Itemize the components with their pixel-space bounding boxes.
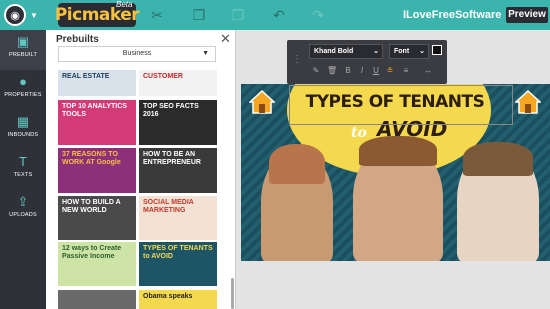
thumbnail-text: 37 REASONS TO WORK AT Google bbox=[62, 151, 121, 166]
person-hair bbox=[269, 144, 325, 184]
thumbnail-text: 12 ways to Create Passive Income bbox=[62, 245, 122, 260]
spacing-icon[interactable]: ↔ bbox=[423, 66, 433, 75]
nav-label: PROPERTIES bbox=[4, 92, 42, 98]
edit-icon[interactable]: ✎ bbox=[311, 66, 321, 75]
color-swatch[interactable] bbox=[432, 45, 442, 55]
person-hair bbox=[463, 142, 533, 176]
text-toolbar: ⋮ Khand Bold ⌄ Font ⌄ ✎ 🗑 B I U ≗ ≡ ↔ bbox=[287, 40, 447, 84]
app-logo-icon: ◉ bbox=[4, 4, 26, 26]
prebuilt-thumbnail[interactable]: 37 REASONS TO WORK AT Google bbox=[58, 148, 136, 193]
align-icon[interactable]: ≡ bbox=[401, 66, 411, 75]
trash-icon[interactable]: 🗑 bbox=[327, 66, 337, 75]
upload-icon: ⇪ bbox=[17, 194, 29, 209]
prebuilt-thumbnail[interactable]: HOW TO BE AN ENTREPRENEUR bbox=[139, 148, 217, 193]
paste-icon[interactable]: ❐ bbox=[229, 6, 247, 24]
nav-prebuilt[interactable]: ▣ PREBUILT bbox=[0, 30, 46, 70]
thumbnail-text: HOW TO BE AN ENTREPRENEUR bbox=[143, 151, 201, 166]
thumbnail-text: TYPES OF TENANTS to AVOID bbox=[143, 245, 213, 260]
preview-button[interactable]: Preview bbox=[506, 7, 548, 23]
highlight-icon[interactable]: ≗ bbox=[385, 66, 395, 75]
beta-badge: Beta bbox=[116, 0, 133, 9]
nav-label: TEXTS bbox=[13, 172, 33, 178]
underline-icon[interactable]: U bbox=[371, 66, 381, 75]
thumbnail-text: TOP 10 ANALYTICS TOOLS bbox=[62, 103, 127, 118]
thumbnail-text: Obama speaks bbox=[143, 293, 193, 300]
prebuilt-thumbnail[interactable] bbox=[58, 290, 136, 309]
left-nav: ▣ PREBUILT ● PROPERTIES ▦ INBOUNDS T TEX… bbox=[0, 30, 46, 309]
drag-handle-icon[interactable]: ⋮ bbox=[292, 54, 302, 65]
prebuilts-panel: Prebuilts ✕ Business ▼ REAL ESTATE CUSTOM… bbox=[46, 30, 236, 309]
scissors-icon[interactable]: ✂ bbox=[148, 6, 166, 24]
grid-icon: ▦ bbox=[16, 114, 30, 129]
site-name: ILoveFreeSoftware bbox=[403, 9, 502, 21]
chevron-down-icon: ⌄ bbox=[419, 48, 425, 55]
copy-icon[interactable]: ❐ bbox=[190, 6, 208, 24]
selection-box[interactable] bbox=[289, 85, 513, 125]
prebuilt-thumbnail[interactable]: CUSTOMER bbox=[139, 70, 217, 96]
nav-label: PREBUILT bbox=[8, 52, 38, 58]
font-size-select[interactable]: Font ⌄ bbox=[389, 44, 429, 59]
bulb-icon: ● bbox=[19, 74, 27, 89]
house-icon bbox=[249, 90, 275, 114]
prebuilt-thumbnail[interactable]: TOP 10 ANALYTICS TOOLS bbox=[58, 100, 136, 145]
thumbnail-text: SOCIAL MEDIA MARKETING bbox=[143, 199, 194, 214]
thumbnail-text: TOP SEO FACTS 2016 bbox=[143, 103, 199, 118]
house-icon bbox=[515, 90, 541, 114]
category-value: Business bbox=[122, 50, 152, 57]
app-menu[interactable]: ◉ ▼ bbox=[4, 3, 46, 27]
nav-properties[interactable]: ● PROPERTIES bbox=[0, 70, 46, 110]
bold-icon[interactable]: B bbox=[343, 66, 353, 75]
nav-inbounds[interactable]: ▦ INBOUNDS bbox=[0, 110, 46, 150]
chevron-down-icon: ⌄ bbox=[373, 48, 379, 55]
prebuilt-icon: ▣ bbox=[16, 34, 30, 49]
font-size-value: Font bbox=[394, 48, 410, 55]
font-family-value: Khand Bold bbox=[314, 48, 354, 55]
nav-texts[interactable]: T TEXTS bbox=[0, 150, 46, 190]
top-bar: ◉ ▼ Picmaker Beta ✂ ❐ ❐ ↶ ↷ ILoveFreeSof… bbox=[0, 0, 550, 30]
close-icon[interactable]: ✕ bbox=[220, 31, 231, 47]
redo-icon[interactable]: ↷ bbox=[309, 6, 327, 24]
scrollbar[interactable] bbox=[231, 278, 234, 309]
category-select[interactable]: Business ▼ bbox=[58, 46, 216, 62]
thumbnail-text: CUSTOMER bbox=[143, 73, 183, 80]
panel-title: Prebuilts bbox=[56, 34, 99, 45]
thumbnail-text: HOW TO BUILD A NEW WORLD bbox=[62, 199, 121, 214]
chevron-down-icon: ▼ bbox=[202, 50, 209, 57]
undo-icon[interactable]: ↶ bbox=[270, 6, 288, 24]
prebuilt-thumbnail[interactable]: REAL ESTATE bbox=[58, 70, 136, 96]
chevron-down-icon: ▼ bbox=[30, 10, 38, 20]
prebuilt-thumbnail[interactable]: SOCIAL MEDIA MARKETING bbox=[139, 196, 217, 240]
nav-label: UPLOADS bbox=[9, 212, 37, 218]
prebuilt-thumbnail[interactable]: TOP SEO FACTS 2016 bbox=[139, 100, 217, 145]
prebuilt-thumbnail[interactable]: Obama speaks bbox=[139, 290, 217, 309]
thumbnail-text: REAL ESTATE bbox=[62, 73, 110, 80]
text-icon: T bbox=[19, 154, 27, 169]
design-to[interactable]: to bbox=[351, 125, 367, 141]
prebuilt-thumbnail[interactable]: HOW TO BUILD A NEW WORLD bbox=[58, 196, 136, 240]
font-family-select[interactable]: Khand Bold ⌄ bbox=[309, 44, 383, 59]
prebuilt-thumbnail[interactable]: TYPES OF TENANTS to AVOID bbox=[139, 242, 217, 286]
nav-label: INBOUNDS bbox=[7, 132, 39, 138]
person-hat bbox=[359, 136, 437, 166]
italic-icon[interactable]: I bbox=[357, 66, 367, 75]
nav-uploads[interactable]: ⇪ UPLOADS bbox=[0, 190, 46, 230]
prebuilt-thumbnail[interactable]: 12 ways to Create Passive Income bbox=[58, 242, 136, 286]
